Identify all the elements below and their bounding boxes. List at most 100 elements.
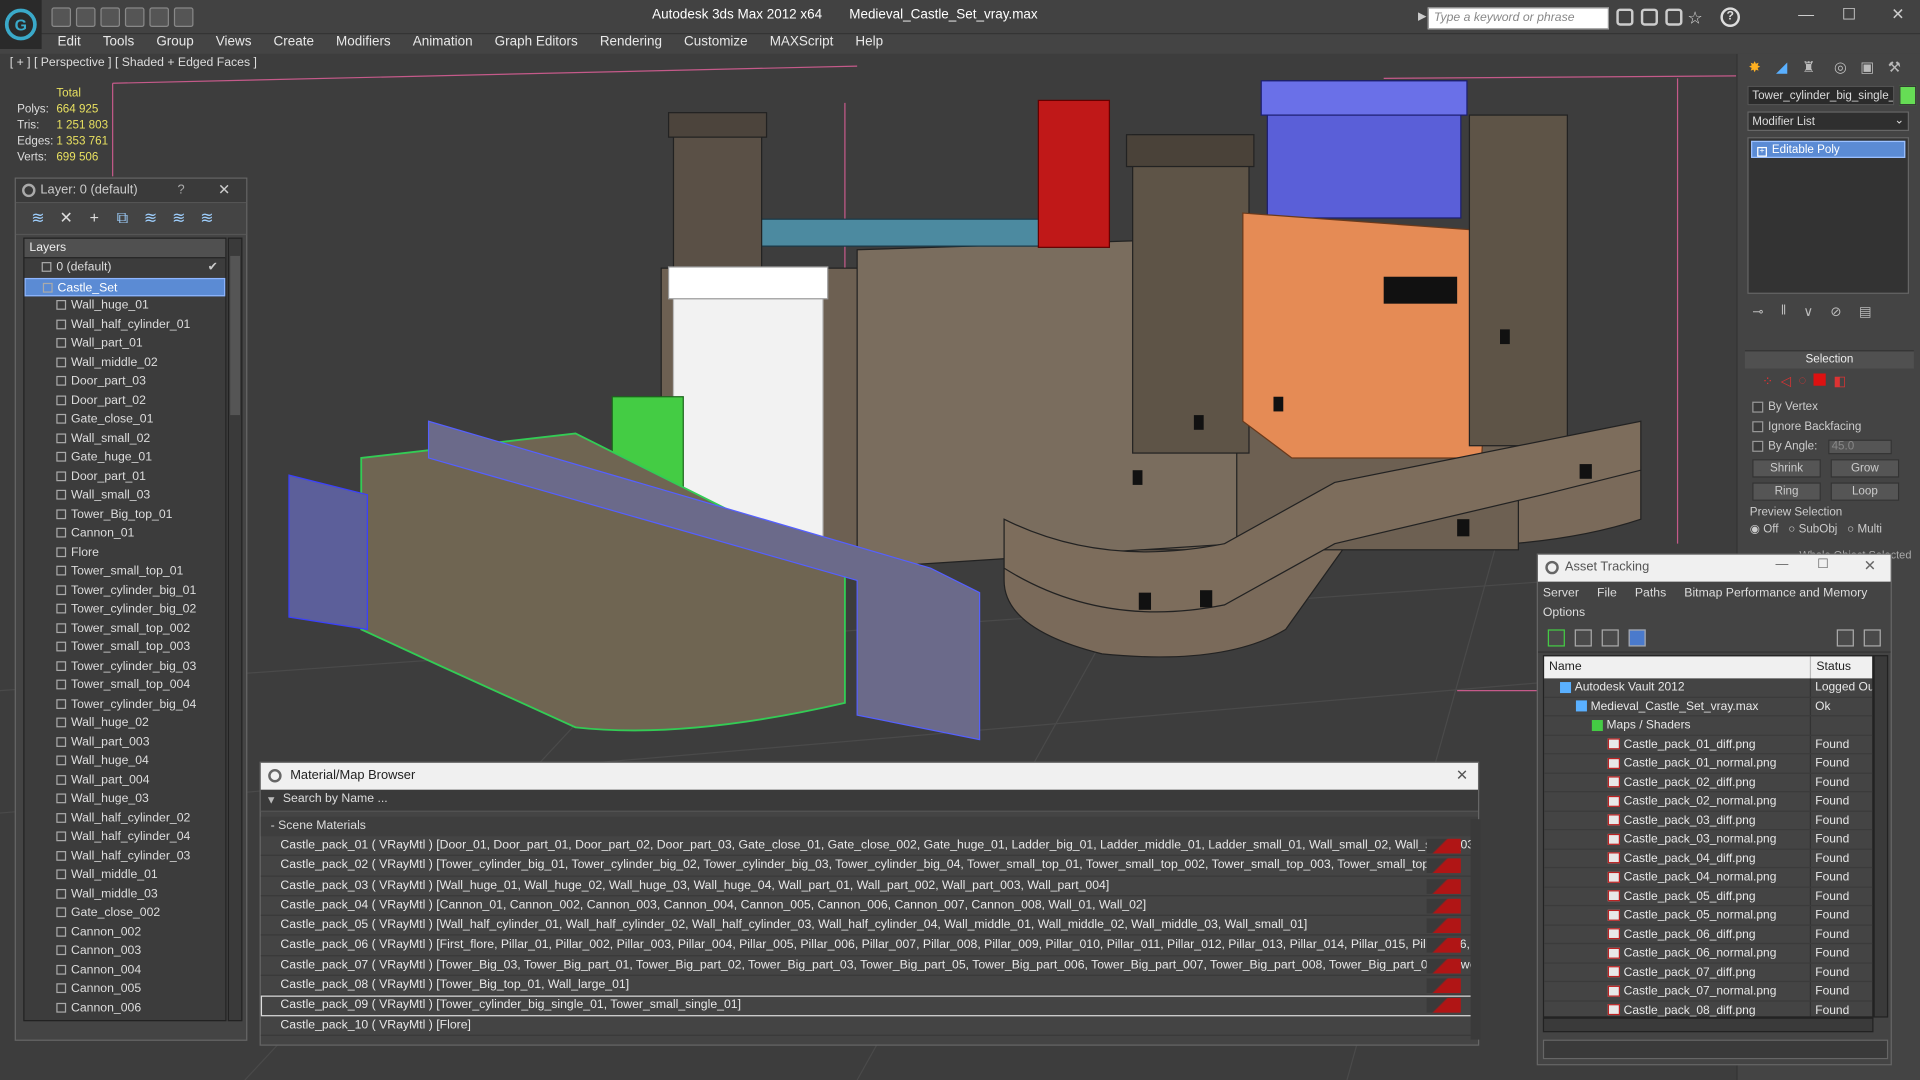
asset-row[interactable]: Castle_pack_03_diff.png Found (1544, 811, 1873, 831)
layer-row[interactable]: Tower_cylinder_big_04 (24, 695, 225, 714)
stack-item-editable-poly[interactable]: + Editable Poly (1751, 140, 1906, 158)
layer-row[interactable]: Tower_small_top_004 (24, 676, 225, 695)
asset-row[interactable]: Castle_pack_02_diff.png Found (1544, 773, 1873, 793)
create-layer-icon[interactable]: ≋ (28, 208, 48, 228)
configure-sets-icon[interactable]: ▤ (1859, 304, 1872, 320)
hide-all-layers-icon[interactable]: ≋ (169, 208, 189, 228)
layer-row[interactable]: Flore (24, 543, 225, 562)
layer-row[interactable]: Wall_part_003 (24, 733, 225, 752)
layer-row[interactable]: Wall_half_cylinder_04 (24, 828, 225, 847)
modify-tab-icon[interactable]: ◢ (1772, 59, 1792, 79)
freeze-all-layers-icon[interactable]: ≋ (197, 208, 217, 228)
open-file-icon[interactable] (75, 7, 96, 27)
layer-row[interactable]: Wall_half_cylinder_03 (24, 847, 225, 866)
layer-scroll-thumb[interactable] (230, 255, 241, 416)
list-view-icon[interactable] (1574, 629, 1592, 647)
material-search-input[interactable]: Search by Name ... (283, 792, 388, 805)
shrink-button[interactable]: Shrink (1752, 459, 1821, 478)
search-expand-icon[interactable]: ▶ (1418, 10, 1426, 23)
asset-menu-options[interactable]: Options (1543, 606, 1585, 619)
minimize-button[interactable]: — (1788, 5, 1825, 27)
communication-center-icon[interactable] (1640, 8, 1658, 26)
menu-maxscript[interactable]: MAXScript (759, 34, 845, 54)
grow-button[interactable]: Grow (1830, 459, 1900, 478)
app-menu-button[interactable]: G (0, 0, 42, 49)
material-row[interactable]: Castle_pack_07 ( VRayMtl ) [Tower_Big_03… (260, 956, 1478, 977)
subscription-icon[interactable] (1665, 8, 1683, 26)
motion-tab-icon[interactable]: ◎ (1831, 59, 1851, 79)
layer-row[interactable]: Cannon_002 (24, 923, 225, 942)
name-column-header[interactable]: Name (1544, 656, 1812, 679)
layer-scrollbar[interactable] (227, 237, 243, 1022)
active-layer-check-icon[interactable]: ✔ (208, 258, 218, 277)
refresh-icon[interactable] (1547, 629, 1565, 647)
object-name-field[interactable]: Tower_cylinder_big_single_0 (1747, 85, 1895, 106)
selection-rollout-header[interactable]: Selection (1744, 351, 1914, 369)
material-row[interactable]: Castle_pack_08 ( VRayMtl ) [Tower_Big_to… (260, 976, 1478, 996)
asset-row[interactable]: Castle_pack_04_normal.png Found (1544, 868, 1873, 888)
layer-row[interactable]: Wall_part_004 (24, 771, 225, 790)
asset-row[interactable]: Castle_pack_05_diff.png Found (1544, 887, 1873, 907)
menu-tools[interactable]: Tools (92, 34, 145, 54)
asset-vertical-scrollbar[interactable] (1873, 655, 1889, 1018)
material-row[interactable]: Castle_pack_01 ( VRayMtl ) [Door_01, Doo… (260, 836, 1478, 857)
material-row[interactable]: Castle_pack_09 ( VRayMtl ) [Tower_cylind… (260, 995, 1478, 1016)
settings-icon[interactable] (1863, 629, 1881, 647)
asset-row[interactable]: Autodesk Vault 2012 Logged Out (1544, 678, 1873, 698)
vertex-level-icon[interactable]: ⁘ (1762, 373, 1773, 393)
add-to-layer-icon[interactable]: + (84, 208, 104, 228)
project-folder-icon[interactable] (173, 7, 194, 27)
menu-graph-editors[interactable]: Graph Editors (484, 34, 589, 54)
material-row[interactable]: Castle_pack_05 ( VRayMtl ) [Wall_half_cy… (260, 916, 1478, 937)
layers-column-header[interactable]: Layers (24, 238, 226, 259)
layer-help-button[interactable]: ? (178, 182, 185, 197)
new-file-icon[interactable] (51, 7, 72, 27)
layer-row[interactable]: Tower_small_top_01 (24, 562, 225, 581)
thumbnail-view-icon[interactable] (1601, 629, 1619, 647)
layer-row[interactable]: Wall_huge_03 (24, 790, 225, 809)
help-icon[interactable]: ? (1720, 7, 1741, 27)
layer-row[interactable]: Wall_middle_03 (24, 885, 225, 904)
select-objects-icon[interactable]: ⧉ (113, 208, 133, 228)
layer-row[interactable]: Wall_middle_02 (24, 353, 225, 372)
layer-row[interactable]: Wall_part_01 (24, 334, 225, 353)
layer-row[interactable]: Tower_cylinder_big_03 (24, 657, 225, 676)
status-column-header[interactable]: Status (1811, 656, 1872, 678)
options-triangle-icon[interactable]: ▼ (266, 793, 277, 805)
object-color-swatch[interactable] (1899, 85, 1917, 106)
make-unique-icon[interactable]: ∨ (1803, 304, 1813, 320)
layer-row[interactable]: Cannon_004 (24, 961, 225, 980)
menu-modifiers[interactable]: Modifiers (325, 34, 402, 54)
layer-row[interactable]: Gate_close_01 (24, 410, 225, 429)
scene-materials-group[interactable]: - Scene Materials (260, 816, 1478, 837)
asset-menu-bitmap-performance[interactable]: Bitmap Performance and Memory (1684, 587, 1867, 600)
maximize-button[interactable]: ☐ (1831, 5, 1868, 27)
asset-menu-paths[interactable]: Paths (1635, 587, 1666, 600)
close-button[interactable]: ✕ (1880, 5, 1917, 27)
asset-row[interactable]: Castle_pack_07_diff.png Found (1544, 963, 1873, 983)
table-view-icon[interactable] (1628, 629, 1646, 647)
angle-spinner[interactable]: 45.0 (1827, 439, 1892, 455)
highlight-layer-icon[interactable]: ≋ (141, 208, 161, 228)
layer-row[interactable]: Castle_Set (24, 277, 226, 297)
display-tab-icon[interactable]: ▣ (1858, 59, 1878, 79)
pin-stack-icon[interactable]: ⊸ (1752, 304, 1763, 320)
menu-edit[interactable]: Edit (47, 34, 92, 54)
favorites-star-icon[interactable]: ☆ (1687, 7, 1702, 28)
preview-subobj-radio[interactable]: ○ SubObj (1788, 523, 1837, 536)
layer-row[interactable]: Cannon_006 (24, 999, 225, 1018)
asset-row[interactable]: Castle_pack_06_normal.png Found (1544, 944, 1873, 964)
layer-row[interactable]: Wall_small_03 (24, 486, 225, 505)
menu-create[interactable]: Create (263, 34, 325, 54)
material-browser-close-icon[interactable]: ✕ (1456, 767, 1468, 784)
layer-row[interactable]: Tower_Big_top_01 (24, 505, 225, 524)
undo-icon[interactable] (124, 7, 145, 27)
create-tab-icon[interactable]: ✸ (1745, 59, 1765, 79)
help-icon[interactable] (1836, 629, 1854, 647)
asset-horizontal-scrollbar[interactable] (1542, 1017, 1874, 1033)
menu-group[interactable]: Group (145, 34, 204, 54)
utilities-tab-icon[interactable]: ⚒ (1885, 59, 1905, 79)
asset-row[interactable]: Castle_pack_06_diff.png Found (1544, 925, 1873, 945)
asset-close-icon[interactable]: ✕ (1864, 557, 1876, 574)
asset-menu-file[interactable]: File (1597, 587, 1617, 600)
